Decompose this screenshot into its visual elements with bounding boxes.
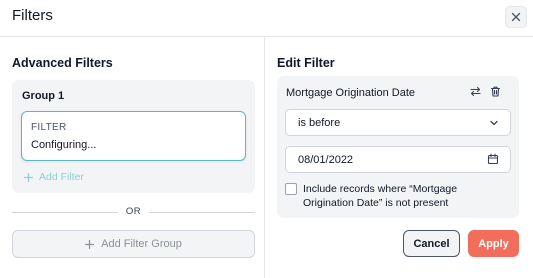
date-input[interactable]: 08/01/2022 bbox=[285, 146, 511, 173]
panel-divider bbox=[264, 37, 265, 278]
operator-value: is before bbox=[298, 117, 341, 129]
field-name: Mortgage Origination Date bbox=[286, 87, 416, 99]
swap-icon[interactable] bbox=[470, 86, 481, 97]
filter-card[interactable]: FILTER Configuring... bbox=[21, 111, 246, 161]
cancel-button[interactable]: Cancel bbox=[403, 230, 460, 257]
plus-icon bbox=[24, 172, 33, 182]
add-filter-group-button[interactable]: Add Filter Group bbox=[12, 230, 255, 258]
advanced-filters-title: Advanced Filters bbox=[12, 56, 113, 70]
include-missing-label: Include records where “Mortgage Originat… bbox=[303, 183, 458, 209]
include-missing-checkbox[interactable] bbox=[285, 183, 297, 195]
dialog-header: Filters bbox=[0, 0, 533, 37]
plus-icon bbox=[85, 239, 95, 249]
group-label: Group 1 bbox=[22, 90, 65, 102]
filter-label: FILTER bbox=[31, 122, 67, 133]
or-line-right bbox=[149, 212, 255, 213]
date-value: 08/01/2022 bbox=[298, 154, 354, 166]
filter-status: Configuring... bbox=[31, 139, 97, 151]
add-filter-button[interactable]: Add Filter bbox=[24, 171, 84, 183]
add-filter-group-label: Add Filter Group bbox=[101, 238, 182, 250]
edit-filter-panel: Mortgage Origination Date is before 08/0… bbox=[277, 76, 519, 218]
filter-group: Group 1 FILTER Configuring... Add Filter bbox=[12, 80, 255, 193]
add-filter-label: Add Filter bbox=[39, 171, 84, 183]
operator-select[interactable]: is before bbox=[285, 109, 511, 136]
dialog-title: Filters bbox=[12, 7, 53, 24]
chevron-down-icon bbox=[489, 118, 499, 128]
trash-icon[interactable] bbox=[490, 86, 501, 97]
close-button[interactable] bbox=[505, 6, 527, 28]
close-icon bbox=[511, 12, 521, 22]
edit-field-actions bbox=[470, 86, 501, 97]
apply-button[interactable]: Apply bbox=[468, 230, 519, 257]
calendar-icon[interactable] bbox=[487, 153, 499, 165]
or-separator: OR bbox=[12, 206, 255, 218]
edit-filter-title: Edit Filter bbox=[277, 56, 335, 70]
